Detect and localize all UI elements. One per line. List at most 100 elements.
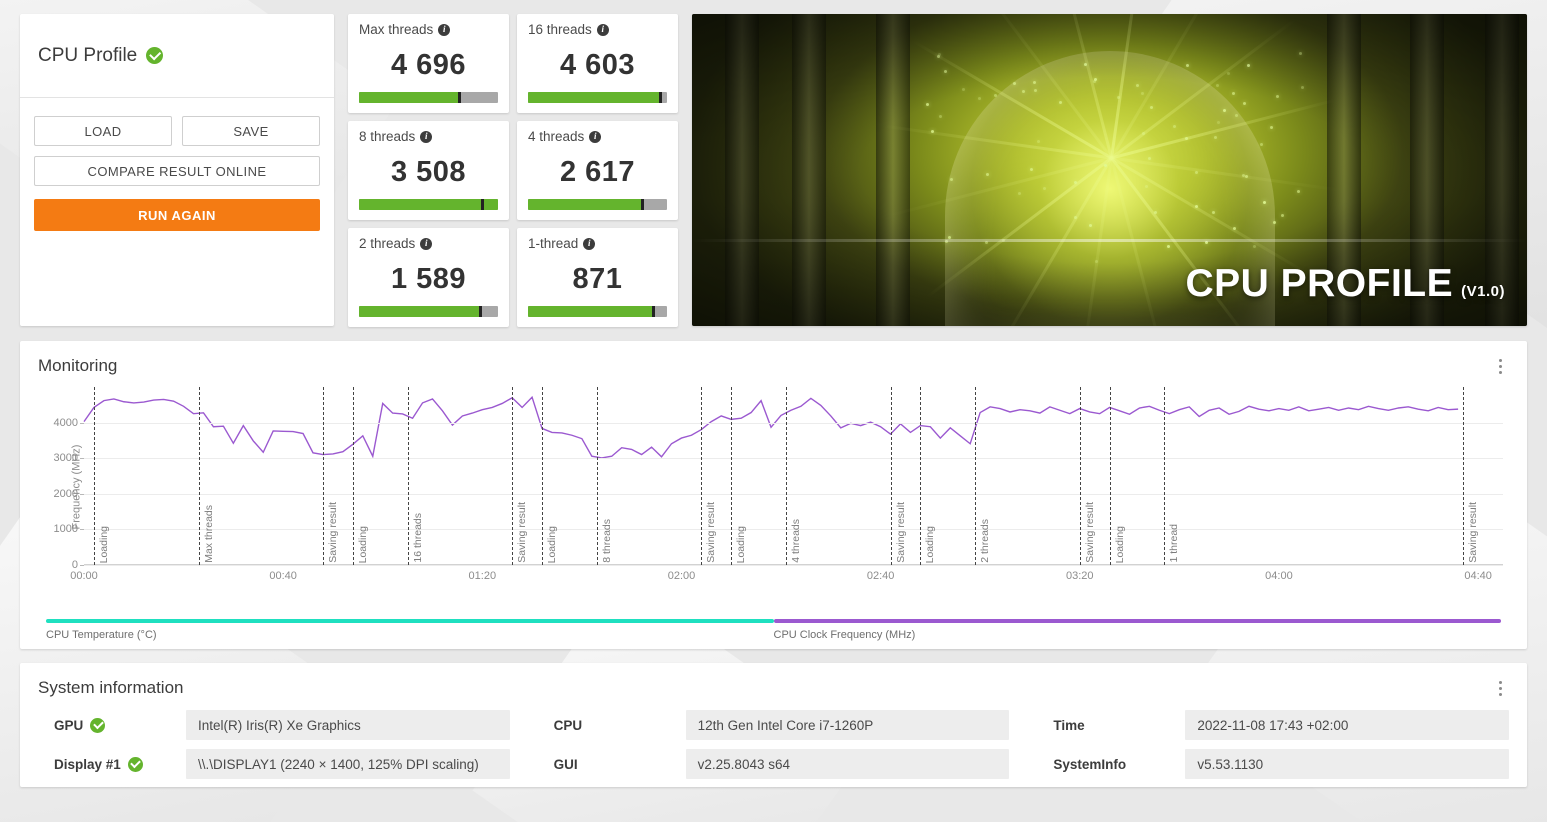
score-progress-bar — [528, 199, 667, 210]
kebab-menu-icon[interactable] — [1491, 677, 1509, 699]
score-progress-bar — [359, 306, 498, 317]
chart-event-label: Saving result — [1467, 502, 1480, 563]
kebab-menu-icon[interactable] — [1491, 355, 1509, 377]
system-info-row: GUI v2.25.8043 s64 — [538, 749, 1010, 779]
monitoring-panel: Monitoring Frequency (MHz) 0 1000 2000 3000… — [20, 341, 1527, 649]
chart-event-marker: Loading — [352, 387, 369, 565]
info-icon[interactable]: i — [420, 130, 433, 143]
score-progress-fill — [528, 92, 662, 103]
chart-event-marker: Loading — [1109, 387, 1126, 565]
chart-event-label: Loading — [735, 525, 748, 563]
legend-item[interactable]: CPU Temperature (°C) — [46, 619, 774, 641]
verified-check-icon — [127, 756, 143, 772]
system-info-key-text: GPU — [54, 717, 84, 733]
score-card-label: 2 threads i — [359, 236, 498, 251]
info-icon[interactable]: i — [589, 130, 602, 143]
chart-gridline — [84, 458, 1503, 460]
system-information-panel: System information GPU Intel(R) Iris(R) X… — [20, 663, 1527, 787]
chart-event-label: Loading — [546, 525, 559, 563]
legend-label: CPU Temperature (°C) — [46, 629, 157, 641]
score-progress-bar — [359, 92, 498, 103]
system-info-key: CPU — [538, 718, 686, 733]
chart-event-marker: Loading — [542, 387, 558, 565]
monitoring-title: Monitoring — [38, 356, 118, 375]
chart-y-tick: 3000 — [53, 452, 85, 465]
system-information-header: System information — [38, 677, 1509, 699]
score-progress-bar — [528, 92, 667, 103]
chart-event-label: Loading — [924, 525, 937, 563]
chart-event-marker: 4 threads — [786, 387, 802, 565]
info-icon[interactable]: i — [438, 23, 451, 36]
legend-label: CPU Clock Frequency (MHz) — [773, 629, 916, 641]
system-info-key: GUI — [538, 757, 686, 772]
score-progress-bar — [528, 306, 667, 317]
chart-event-marker: Saving result — [890, 387, 907, 565]
score-value: 3 508 — [390, 155, 467, 188]
score-progress-marker — [652, 306, 656, 317]
score-label-text: 2 threads — [359, 236, 416, 251]
chart-event-label: Saving result — [894, 502, 907, 563]
score-progress-marker — [458, 92, 462, 103]
chart-event-label: 8 threads — [600, 519, 613, 563]
score-card: 8 threads i 3 508 — [348, 121, 509, 220]
chart-event-label: 4 threads — [790, 519, 803, 563]
monitoring-chart: Frequency (MHz) 0 1000 2000 3000 4000 00:00 00… — [38, 387, 1509, 587]
score-value: 4 603 — [559, 48, 636, 81]
chart-event-label: Loading — [1113, 525, 1126, 563]
system-info-key-text: SystemInfo — [1053, 756, 1127, 772]
chart-event-label: Saving result — [516, 502, 529, 563]
chart-event-marker: Loading — [731, 387, 747, 565]
info-icon[interactable]: i — [596, 23, 609, 36]
score-value: 871 — [572, 262, 623, 295]
legend-item[interactable]: CPU Clock Frequency (MHz) — [773, 619, 1501, 641]
score-card: 1-thread i 871 — [517, 228, 678, 327]
chart-gridline — [84, 565, 1503, 566]
score-progress-marker — [641, 199, 645, 210]
score-card: 4 threads i 2 617 — [517, 121, 678, 220]
monitoring-header: Monitoring — [38, 355, 1509, 377]
chart-event-label: Loading — [356, 525, 369, 563]
score-progress-fill — [359, 306, 482, 317]
page-title: CPU Profile — [38, 44, 138, 66]
system-info-key: GPU — [38, 717, 186, 733]
score-progress-marker — [480, 199, 484, 210]
system-info-row: GPU Intel(R) Iris(R) Xe Graphics — [38, 710, 510, 740]
chart-x-tick: 02:40 — [866, 570, 895, 582]
system-info-key: Display #1 — [38, 756, 186, 772]
legend-color-swatch — [46, 619, 774, 623]
chart-x-tick: 04:00 — [1265, 570, 1293, 582]
system-info-key: Time — [1037, 718, 1185, 733]
chart-plot-area: 0 1000 2000 3000 4000 00:00 00:40 01:20 02:00 02:… — [54, 387, 1503, 582]
save-button[interactable]: SAVE — [182, 116, 320, 146]
score-progress-bar — [359, 199, 498, 210]
chart-event-label: 16 threads — [411, 513, 424, 563]
system-info-value: 2022-11-08 17:43 +02:00 — [1185, 710, 1509, 740]
chart-event-marker: Saving result — [322, 387, 339, 565]
system-info-value: \\.\DISPLAY1 (2240 × 1400, 125% DPI scal… — [186, 749, 510, 779]
score-label-text: 16 threads — [528, 22, 592, 37]
system-info-key-text: CPU — [553, 717, 583, 733]
score-card: 16 threads i 4 603 — [517, 14, 678, 113]
compare-result-online-button[interactable]: COMPARE RESULT ONLINE — [34, 156, 320, 186]
chart-y-tick: 1000 — [53, 523, 85, 536]
info-icon[interactable]: i — [583, 237, 596, 250]
system-info-key-text: Time — [1053, 717, 1085, 733]
load-button[interactable]: LOAD — [34, 116, 172, 146]
hero-title: CPU PROFILE (V1.0) — [1185, 262, 1505, 306]
chart-x-tick: 00:40 — [269, 570, 297, 582]
score-card-label: 8 threads i — [359, 129, 498, 144]
score-progress-fill — [359, 92, 461, 103]
chart-event-marker: 2 threads — [975, 387, 991, 565]
system-info-value: v5.53.1130 — [1185, 749, 1509, 779]
chart-event-marker: Saving result — [512, 387, 528, 565]
hero-version-text: (V1.0) — [1461, 283, 1505, 300]
chart-event-marker: Saving result — [701, 387, 717, 565]
info-icon[interactable]: i — [420, 237, 433, 250]
system-info-row: Time 2022-11-08 17:43 +02:00 — [1037, 710, 1509, 740]
chart-gridline — [84, 493, 1503, 495]
chart-event-label: Saving result — [705, 502, 718, 563]
score-value: 4 696 — [390, 48, 467, 81]
chart-event-marker: Max threads — [198, 387, 215, 565]
run-again-button[interactable]: RUN AGAIN — [34, 199, 320, 231]
hero-horizon-band — [692, 238, 1527, 242]
